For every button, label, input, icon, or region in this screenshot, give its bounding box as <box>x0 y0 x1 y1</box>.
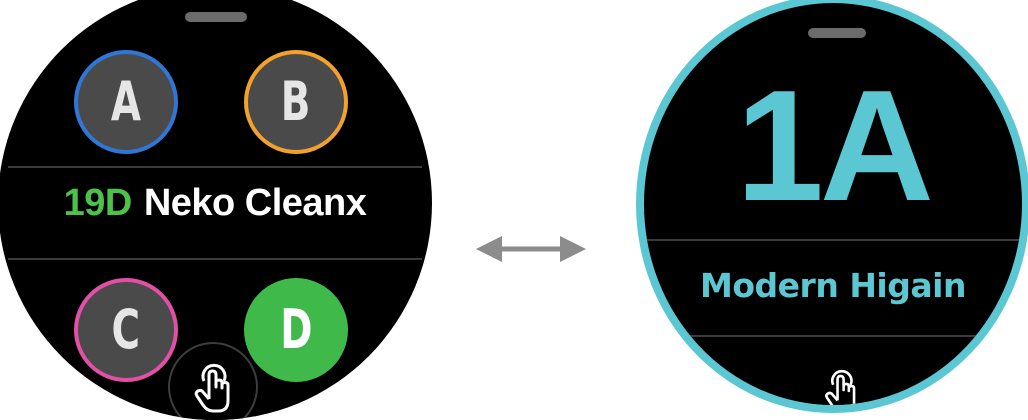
tap-hand-icon <box>825 370 856 405</box>
answer-name: Modern Higain <box>700 266 966 305</box>
drag-handle[interactable] <box>185 12 247 22</box>
answer-code: 1A <box>736 58 934 234</box>
option-a-label: A <box>110 70 142 133</box>
option-d-label: D <box>279 298 313 361</box>
drag-handle[interactable] <box>808 28 866 38</box>
tap-button[interactable] <box>806 355 876 405</box>
watch-screen-answer: 1A Modern Higain <box>636 0 1028 413</box>
option-c-label: C <box>111 298 141 361</box>
divider-bottom <box>644 335 1022 337</box>
tap-button[interactable] <box>168 342 258 420</box>
option-c-button[interactable]: C <box>74 278 178 382</box>
option-b-label: B <box>281 70 311 133</box>
tap-hand-icon <box>194 363 230 413</box>
trivia-title: 19D Neko Cleanx <box>0 182 432 225</box>
double-arrow-icon <box>476 236 586 262</box>
option-b-button[interactable]: B <box>244 50 348 154</box>
divider-top <box>644 239 1022 241</box>
option-a-button[interactable]: A <box>74 50 178 154</box>
divider-bottom <box>8 258 422 260</box>
divider-top <box>8 166 422 168</box>
trivia-code: 19D <box>63 182 133 224</box>
watch-screen-options: A B 19D Neko Cleanx C D <box>0 0 432 420</box>
trivia-name: Neko Cleanx <box>143 182 367 224</box>
option-d-button[interactable]: D <box>244 278 348 382</box>
